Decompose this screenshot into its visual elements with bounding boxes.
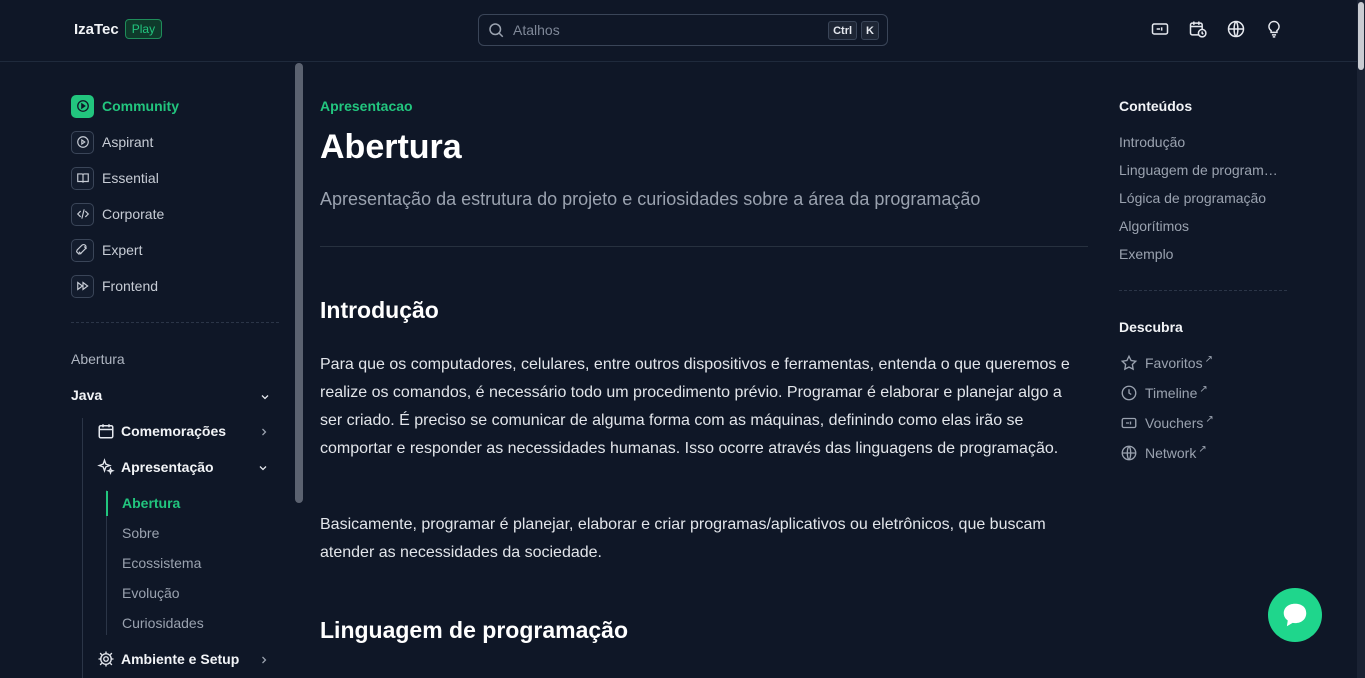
search-placeholder: Atalhos [513, 22, 560, 38]
toc-link[interactable]: Linguagem de programação [1119, 162, 1285, 178]
sidebar-link-abertura[interactable]: Abertura [71, 351, 125, 367]
chevron-right-icon[interactable] [258, 653, 270, 665]
window-scrollbar[interactable] [1357, 0, 1365, 678]
sidebar-leaf-abertura[interactable]: Abertura [122, 495, 180, 511]
sparkles-icon [97, 458, 115, 475]
external-link-icon: ↗ [1205, 413, 1214, 425]
sidebar-group-label: Ambiente e Setup [121, 651, 240, 667]
breadcrumb: Apresentacao [320, 98, 413, 114]
lightbulb-icon[interactable] [1264, 19, 1284, 39]
calendar-icon [98, 424, 114, 439]
window-scrollbar-thumb[interactable] [1358, 2, 1364, 70]
discover-label: Favoritos [1145, 355, 1203, 371]
rocket-icon [71, 238, 94, 262]
brand-name[interactable]: IzaTec [74, 21, 119, 38]
sidebar-group-apresentacao[interactable]: Apresentação [97, 458, 214, 476]
play-badge: Play [124, 19, 163, 39]
external-link-icon: ↗ [1198, 443, 1207, 455]
sidebar-leaf-ecossistema[interactable]: Ecossistema [122, 555, 201, 571]
header-divider [320, 246, 1088, 247]
chevron-down-icon[interactable] [257, 461, 269, 473]
toc-link[interactable]: Introdução [1119, 134, 1289, 150]
external-link-icon: ↗ [1199, 383, 1208, 395]
sidebar-item-aspirant[interactable]: Aspirant [71, 130, 153, 154]
toc-title: Conteúdos [1119, 98, 1193, 114]
tree-guide-line [82, 418, 83, 678]
play-circle-icon [71, 94, 94, 118]
page-title: Abertura [320, 128, 462, 166]
discover-vouchers[interactable]: Vouchers ↗ [1120, 414, 1214, 432]
sidebar-divider [71, 322, 279, 323]
sidebar-item-community[interactable]: Community [71, 94, 179, 118]
page-lead: Apresentação da estrutura do projeto e c… [320, 189, 981, 209]
section-heading-linguagem: Linguagem de programação [320, 617, 629, 643]
toc-link[interactable]: Lógica de programação [1119, 190, 1289, 206]
discover-label: Network [1145, 445, 1197, 461]
paragraph: Para que os computadores, celulares, ent… [320, 356, 1070, 457]
toc-link[interactable]: Algorítimos [1119, 218, 1289, 234]
sidebar-item-corporate[interactable]: Corporate [71, 202, 164, 226]
toc-divider [1119, 290, 1287, 291]
chevron-right-icon[interactable] [258, 425, 270, 437]
sidebar-scrollbar[interactable] [295, 63, 303, 503]
discover-title: Descubra [1119, 319, 1183, 335]
chat-button[interactable] [1268, 588, 1322, 642]
kbd-ctrl: Ctrl [828, 21, 858, 40]
chevron-down-icon[interactable] [259, 390, 271, 402]
ticket-icon[interactable] [1150, 19, 1170, 39]
globe-icon[interactable] [1226, 19, 1246, 39]
kbd-k: K [861, 21, 879, 40]
clock-icon [1121, 385, 1137, 401]
sidebar-group-label: Apresentação [121, 459, 214, 475]
sidebar-item-label: Corporate [102, 206, 165, 222]
discover-timeline[interactable]: Timeline ↗ [1120, 384, 1208, 402]
search-icon [489, 23, 504, 38]
sidebar-section-java[interactable]: Java [71, 387, 102, 403]
header-actions [1150, 19, 1284, 39]
sidebar-leaf-evolucao[interactable]: Evolução [122, 585, 180, 601]
sidebar-item-essential[interactable]: Essential [71, 166, 159, 190]
discover-label: Timeline [1145, 385, 1198, 401]
sidebar-item-expert[interactable]: Expert [71, 238, 142, 262]
sidebar-item-label: Aspirant [102, 134, 154, 150]
paragraph: Basicamente, programar é planejar, elabo… [320, 516, 1046, 561]
active-indicator [106, 491, 108, 516]
sidebar-item-label: Expert [102, 242, 143, 258]
code-icon [71, 202, 94, 226]
ticket-icon [1121, 417, 1137, 429]
section-heading-introducao: Introdução [320, 297, 439, 323]
brand[interactable]: IzaTec Play [74, 19, 163, 39]
sidebar-item-label: Community [102, 98, 179, 114]
play-circle-icon [71, 130, 94, 154]
top-bar: IzaTec Play Atalhos Ctrl K [0, 0, 1357, 62]
sidebar-item-label: Frontend [102, 278, 159, 294]
fast-forward-icon [71, 274, 94, 298]
book-open-icon [71, 166, 94, 190]
gear-icon [98, 651, 114, 667]
sidebar-item-label: Essential [102, 170, 159, 186]
sidebar-group-comemoracoes[interactable]: Comemorações [97, 422, 226, 440]
discover-network[interactable]: Network ↗ [1120, 444, 1207, 462]
star-icon [1120, 354, 1138, 371]
sidebar-group-ambiente[interactable]: Ambiente e Setup [97, 650, 239, 668]
toc-link[interactable]: Exemplo [1119, 246, 1289, 262]
discover-label: Vouchers [1145, 415, 1204, 431]
external-link-icon: ↗ [1204, 353, 1213, 365]
sidebar-group-label: Comemorações [121, 423, 227, 439]
chat-bubble-icon [1283, 603, 1307, 627]
sidebar-item-frontend[interactable]: Frontend [71, 274, 158, 298]
discover-favoritos[interactable]: Favoritos ↗ [1120, 354, 1213, 372]
sidebar-leaf-curiosidades[interactable]: Curiosidades [122, 615, 204, 631]
sidebar-leaf-sobre[interactable]: Sobre [122, 525, 159, 541]
calendar-clock-icon[interactable] [1188, 19, 1208, 39]
shortcut-hint: Ctrl K [828, 21, 879, 40]
search-input[interactable]: Atalhos Ctrl K [478, 14, 888, 46]
globe-icon [1121, 445, 1137, 461]
